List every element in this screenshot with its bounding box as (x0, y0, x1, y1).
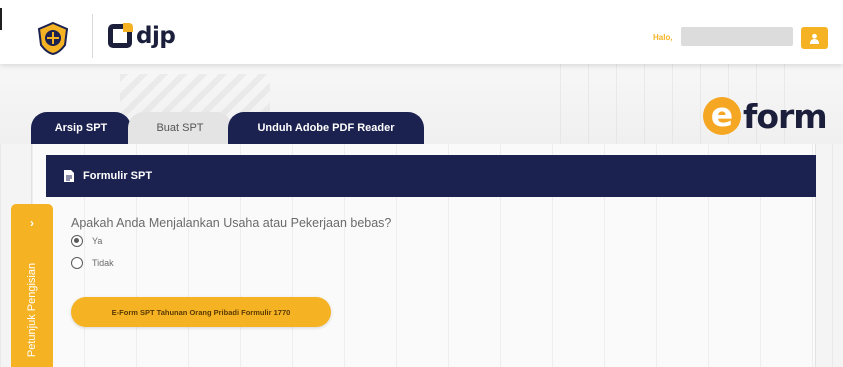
card-header: Formulir SPT (46, 155, 816, 197)
radio-label-tidak: Tidak (92, 258, 114, 268)
radio-button-ya[interactable] (71, 235, 83, 247)
djp-logo-mark (108, 23, 133, 48)
user-name-redacted (681, 27, 793, 46)
eform-1770-button[interactable]: E-Form SPT Tahunan Orang Pribadi Formuli… (71, 297, 331, 327)
user-menu-button[interactable] (801, 27, 828, 49)
radio-button-tidak[interactable] (71, 257, 83, 269)
radio-label-ya: Ya (92, 236, 103, 246)
djp-logo-text: djp (136, 23, 176, 49)
card-title: Formulir SPT (83, 170, 153, 182)
tab-unduh-adobe[interactable]: Unduh Adobe PDF Reader (228, 112, 424, 144)
side-tab-label: Petunjuk Pengisian (26, 262, 38, 358)
radio-option-ya[interactable]: Ya (71, 235, 102, 247)
eform-logo: e form (703, 95, 828, 137)
eform-logo-letter: e (703, 97, 741, 135)
window-edge (0, 8, 2, 30)
ministry-emblem-icon[interactable] (36, 21, 70, 55)
tab-buat-spt[interactable]: Buat SPT (128, 112, 232, 144)
tab-arsip-spt[interactable]: Arsip SPT (31, 112, 131, 144)
logo-divider (92, 14, 93, 58)
greeting-label: Halo, (653, 33, 673, 42)
djp-logo[interactable]: djp (108, 20, 176, 52)
eform-logo-word: form (743, 96, 828, 136)
document-icon (64, 170, 74, 182)
user-icon (809, 33, 820, 44)
chevron-right-icon: › (30, 216, 34, 230)
question-text: Apakah Anda Menjalankan Usaha atau Peker… (71, 216, 392, 230)
top-header: djp Halo, (0, 0, 843, 64)
petunjuk-pengisian-tab[interactable]: › Petunjuk Pengisian (11, 204, 53, 367)
radio-option-tidak[interactable]: Tidak (71, 257, 114, 269)
